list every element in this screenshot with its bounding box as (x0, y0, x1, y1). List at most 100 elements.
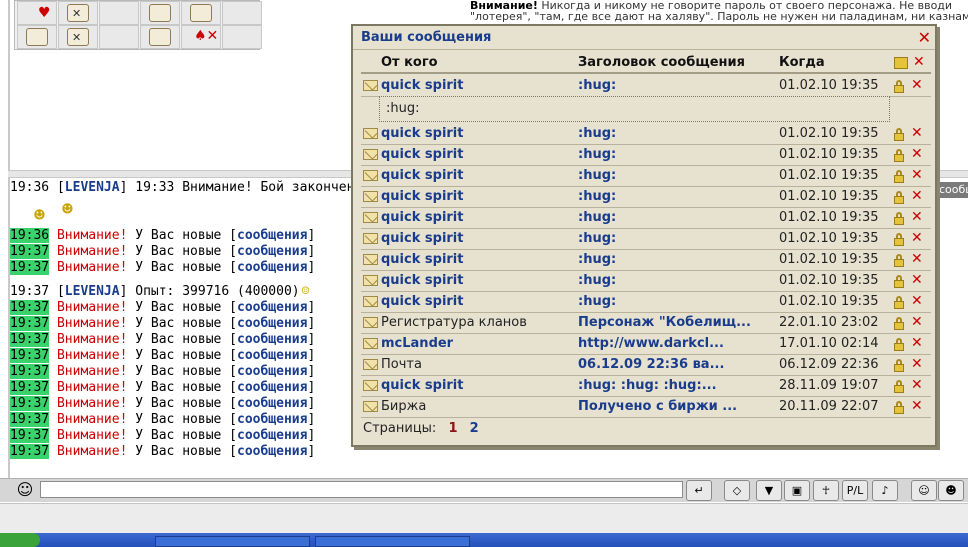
inventory-slot[interactable] (222, 25, 262, 49)
messages-link[interactable]: сообщения (237, 412, 307, 427)
inventory-slot[interactable] (222, 1, 262, 25)
lock-icon[interactable] (894, 317, 904, 330)
message-subject[interactable]: :hug: (578, 210, 616, 225)
message-row[interactable]: Почта 06.12.09 22:36 ва... 06.12.09 22:36 ✕ (361, 355, 931, 376)
start-button[interactable] (0, 533, 40, 547)
message-subject[interactable]: :hug: (578, 189, 616, 204)
chat-nick[interactable]: LEVENJA (65, 284, 120, 299)
lock-icon[interactable] (894, 338, 904, 351)
chat-timestamp[interactable]: 19:37 (10, 260, 50, 275)
inventory-slot[interactable] (181, 1, 221, 25)
messages-link[interactable]: сообщения (237, 260, 307, 275)
message-subject[interactable]: :hug: (578, 126, 616, 141)
message-row[interactable]: quick spirit:hug: 01.02.10 19:35 ✕ (361, 76, 931, 97)
smile-icon[interactable]: ☺ (911, 480, 937, 501)
message-subject[interactable]: Персонаж "Кобелищ... (578, 315, 751, 330)
music-icon[interactable]: ♪ (872, 480, 898, 501)
chat-timestamp[interactable]: 19:37 (10, 428, 50, 443)
delete-icon[interactable]: ✕ (911, 272, 923, 288)
message-subject[interactable]: :hug: (578, 78, 616, 93)
message-from[interactable]: Регистратура кланов (381, 315, 527, 330)
chat-mode-icon[interactable]: ☺ (12, 480, 38, 501)
inventory-slot[interactable] (17, 25, 57, 49)
inventory-slot[interactable]: ✕ (58, 1, 98, 25)
delete-icon[interactable]: ✕ (911, 293, 923, 309)
message-from[interactable]: quick spirit (381, 210, 463, 225)
inventory-slot[interactable] (99, 25, 139, 49)
messages-link[interactable]: сообщения (237, 396, 307, 411)
message-subject[interactable]: :hug: (578, 273, 616, 288)
message-from[interactable]: quick spirit (381, 126, 463, 141)
delete-icon[interactable]: ✕ (911, 314, 923, 330)
message-subject[interactable]: :hug: (578, 231, 616, 246)
chat-timestamp[interactable]: 19:37 (10, 412, 50, 427)
message-row[interactable]: quick spirit:hug: 01.02.10 19:35 ✕ (361, 124, 931, 145)
message-subject[interactable]: Получено с биржи ... (578, 399, 737, 414)
message-from[interactable]: quick spirit (381, 168, 463, 183)
column-subject[interactable]: Заголовок сообщения (578, 55, 745, 70)
message-from[interactable]: quick spirit (381, 378, 463, 393)
chat-timestamp[interactable]: 19:37 (10, 316, 50, 331)
lock-icon[interactable] (894, 149, 904, 162)
delete-icon[interactable]: ✕ (911, 377, 923, 393)
message-row[interactable]: quick spirit:hug: 01.02.10 19:35 ✕ (361, 187, 931, 208)
message-from[interactable]: quick spirit (381, 252, 463, 267)
delete-icon[interactable]: ✕ (911, 356, 923, 372)
face-icon[interactable]: ☻ (938, 480, 964, 501)
enter-icon[interactable]: ↵ (686, 480, 712, 501)
messages-link[interactable]: сообщения (237, 244, 307, 259)
delete-icon[interactable]: ✕ (911, 335, 923, 351)
taskbar-task[interactable] (155, 536, 310, 547)
lock-icon[interactable] (894, 212, 904, 225)
column-from[interactable]: От кого (381, 55, 438, 70)
message-row[interactable]: mcLander http://www.darkcl... 17.01.10 02:… (361, 334, 931, 355)
messages-link[interactable]: сообщения (237, 428, 307, 443)
lock-icon[interactable] (894, 128, 904, 141)
save-icon[interactable]: ▣ (784, 480, 810, 501)
message-row[interactable]: quick spirit:hug: 01.02.10 19:35 ✕ (361, 145, 931, 166)
message-from[interactable]: Биржа (381, 399, 426, 414)
inventory-slot[interactable] (140, 1, 180, 25)
message-row[interactable]: quick spirit:hug: 01.02.10 19:35 ✕ (361, 271, 931, 292)
eraser-icon[interactable]: ◇ (724, 480, 750, 501)
lock-all-icon[interactable] (894, 57, 908, 69)
message-subject[interactable]: http://www.darkcl... (578, 336, 724, 351)
message-from[interactable]: quick spirit (381, 231, 463, 246)
chat-timestamp[interactable]: 19:37 (10, 364, 50, 379)
lock-icon[interactable] (894, 233, 904, 246)
message-subject[interactable]: :hug: (578, 168, 616, 183)
delete-all-icon[interactable]: ✕ (913, 54, 925, 70)
inventory-slot[interactable]: ♠✕ (181, 25, 221, 49)
chat-timestamp[interactable]: 19:36 (10, 228, 50, 243)
message-from[interactable]: quick spirit (381, 294, 463, 309)
delete-icon[interactable]: ✕ (911, 188, 923, 204)
page-1[interactable]: 1 (448, 421, 457, 436)
message-from[interactable]: quick spirit (381, 273, 463, 288)
message-from[interactable]: quick spirit (381, 78, 463, 93)
chat-timestamp[interactable]: 19:37 (10, 396, 50, 411)
message-row[interactable]: quick spirit:hug: 01.02.10 19:35 ✕ (361, 250, 931, 271)
messages-link[interactable]: сообщения (237, 364, 307, 379)
chat-timestamp[interactable]: 19:37 (10, 284, 49, 299)
message-subject[interactable]: :hug: :hug: :hug:... (578, 378, 717, 393)
messages-link[interactable]: сообщения (237, 332, 307, 347)
chat-timestamp[interactable]: 19:37 (10, 244, 50, 259)
message-row[interactable]: quick spirit:hug: 01.02.10 19:35 ✕ (361, 166, 931, 187)
lock-icon[interactable] (894, 359, 904, 372)
messages-link[interactable]: сообщения (237, 300, 307, 315)
column-when[interactable]: Когда (779, 55, 825, 70)
lock-icon[interactable] (894, 380, 904, 393)
chat-input[interactable] (40, 481, 683, 498)
page-2[interactable]: 2 (470, 421, 479, 436)
chat-nick[interactable]: LEVENJA (65, 180, 120, 195)
messages-link[interactable]: сообщения (237, 444, 307, 459)
lock-icon[interactable] (894, 296, 904, 309)
message-row[interactable]: quick spirit:hug: 01.02.10 19:35 ✕ (361, 229, 931, 250)
message-subject[interactable]: 06.12.09 22:36 ва... (578, 357, 724, 372)
message-row[interactable]: quick spirit:hug: 01.02.10 19:35 ✕ (361, 292, 931, 313)
delete-icon[interactable]: ✕ (911, 77, 923, 93)
pl-icon[interactable]: P/L (842, 480, 868, 501)
message-subject[interactable]: :hug: (578, 294, 616, 309)
inventory-slot[interactable]: ✕ (58, 25, 98, 49)
inventory-slot[interactable] (140, 25, 180, 49)
